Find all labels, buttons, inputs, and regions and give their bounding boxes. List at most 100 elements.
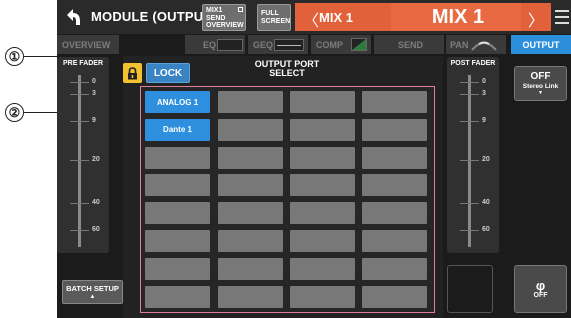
eq-curve-icon	[217, 39, 243, 51]
port-cell[interactable]	[290, 257, 355, 280]
port-cell[interactable]	[290, 174, 355, 197]
port-cell[interactable]	[218, 257, 283, 280]
tab-pan[interactable]: PAN	[446, 35, 506, 54]
mixer-screen: MODULE (OUTPUT) MIX1 SEND OVERVIEW FULL …	[57, 0, 571, 318]
pan-knob-icon	[471, 41, 497, 51]
sends-on-fader-overview-button[interactable]: MIX1 SEND OVERVIEW	[202, 4, 246, 31]
post-scale-40: 40	[482, 199, 490, 206]
tab-comp[interactable]: COMP	[311, 35, 371, 54]
tab-overview-label: OVERVIEW	[62, 39, 111, 50]
port-cell[interactable]	[290, 202, 355, 225]
phase-button[interactable]: φ OFF	[514, 265, 567, 313]
callout-2: ②	[5, 103, 24, 122]
port-cell[interactable]	[145, 146, 210, 169]
geq-curve-icon	[274, 39, 304, 51]
module-tabs: OVERVIEW EQ GEQ COMP SEND PAN OUTPUT	[57, 35, 571, 55]
tab-output[interactable]: OUTPUT	[511, 35, 571, 54]
post-fader-panel: POST FADER 0 3 9 20 40 60	[447, 57, 499, 253]
pre-scale-40: 40	[92, 199, 100, 206]
back-button[interactable]	[60, 4, 86, 30]
port-cell-dante-1[interactable]: Dante 1	[145, 118, 210, 141]
port-cell[interactable]	[362, 118, 427, 141]
next-channel-button[interactable]: 〉	[528, 7, 544, 31]
port-cell[interactable]	[290, 146, 355, 169]
phase-icon: φ	[535, 278, 546, 293]
port-cell[interactable]	[362, 230, 427, 252]
page-title: MODULE (OUTPUT)	[91, 9, 217, 24]
tab-eq-label: EQ	[203, 39, 217, 50]
pre-scale-60: 60	[92, 226, 100, 233]
port-cell[interactable]	[218, 91, 283, 113]
port-cell[interactable]	[362, 174, 427, 197]
tab-output-label: OUTPUT	[522, 39, 560, 50]
pre-scale-0: 0	[92, 78, 96, 85]
tab-send[interactable]: SEND	[374, 35, 444, 54]
chevron-up-icon: ▲	[89, 294, 96, 300]
port-cell[interactable]	[145, 174, 210, 197]
title-line-2: SELECT	[269, 68, 305, 78]
fs-line-2: SCREEN	[261, 17, 291, 25]
menu-icon[interactable]	[555, 6, 569, 26]
port-cell[interactable]	[218, 285, 283, 308]
pre-scale-3: 3	[92, 90, 96, 97]
channel-name-small: MIX 1	[319, 10, 353, 25]
post-scale-60: 60	[482, 226, 490, 233]
comp-curve-icon	[351, 38, 367, 51]
window-icon	[238, 7, 243, 12]
port-cell[interactable]	[362, 202, 427, 225]
pre-scale-9: 9	[92, 117, 96, 124]
port-cell[interactable]	[218, 174, 283, 197]
post-fader-label: POST FADER	[450, 60, 496, 67]
previous-channel-button[interactable]: 〈	[303, 7, 319, 31]
chevron-down-icon: ▼	[538, 90, 543, 96]
batch-setup-label: BATCH SETUP	[66, 284, 119, 293]
tab-overview[interactable]: OVERVIEW	[57, 35, 119, 54]
port-cell[interactable]	[218, 230, 283, 252]
phase-state: OFF	[533, 292, 548, 299]
port-cell[interactable]	[145, 202, 210, 225]
meter-blank-panel	[447, 265, 493, 313]
port-cell[interactable]	[362, 91, 427, 113]
lock-button[interactable]: LOCK	[146, 63, 190, 83]
channel-name-big: MIX 1	[431, 6, 485, 28]
stereo-link-button[interactable]: OFF Stereo Link ▼	[514, 66, 567, 101]
full-screen-button[interactable]: FULL SCREEN	[257, 4, 291, 31]
tab-geq-label: GEQ	[253, 39, 274, 50]
port-cell[interactable]	[218, 118, 283, 141]
port-cell[interactable]	[290, 118, 355, 141]
pre-fader-panel: PRE FADER 0 3 9 20 40 60	[57, 57, 109, 253]
callout-1: ①	[5, 47, 24, 66]
fs-line-1: FULL	[261, 10, 279, 17]
pre-scale-20: 20	[92, 156, 100, 163]
post-scale-0: 0	[482, 78, 486, 85]
tab-eq[interactable]: EQ	[185, 35, 245, 54]
tab-pan-label: PAN	[450, 39, 469, 50]
port-cell[interactable]	[290, 91, 355, 113]
tab-geq[interactable]: GEQ	[248, 35, 308, 54]
port-cell[interactable]	[362, 257, 427, 280]
port-cell[interactable]	[218, 202, 283, 225]
tab-comp-label: COMP	[316, 39, 343, 50]
port-cell[interactable]	[145, 285, 210, 308]
post-scale-3: 3	[482, 90, 486, 97]
port-cell[interactable]	[362, 285, 427, 308]
output-port-select-title: OUTPUT PORT SELECT	[227, 60, 347, 78]
port-cell[interactable]	[290, 285, 355, 308]
stereo-link-label: Stereo Link	[522, 83, 559, 90]
port-cell[interactable]	[145, 257, 210, 280]
sof-line-1: MIX1	[206, 7, 223, 14]
channel-name-bar: 〈 MIX 1 MIX 1 〉	[295, 3, 551, 31]
port-cell[interactable]	[145, 230, 210, 252]
post-scale-20: 20	[482, 156, 490, 163]
port-cell[interactable]	[290, 230, 355, 252]
pre-fader-meter	[78, 75, 81, 247]
title-bar: MODULE (OUTPUT) MIX1 SEND OVERVIEW FULL …	[57, 0, 571, 34]
sof-line-3: OVERVIEW	[206, 22, 244, 29]
batch-setup-button[interactable]: BATCH SETUP ▲	[62, 280, 123, 304]
post-scale-9: 9	[482, 117, 486, 124]
back-arrow-icon	[67, 9, 80, 25]
port-cell[interactable]	[362, 146, 427, 169]
port-cell[interactable]	[218, 146, 283, 169]
stereo-link-state: OFF	[530, 71, 551, 82]
port-cell-analog-1[interactable]: ANALOG 1	[145, 91, 210, 113]
